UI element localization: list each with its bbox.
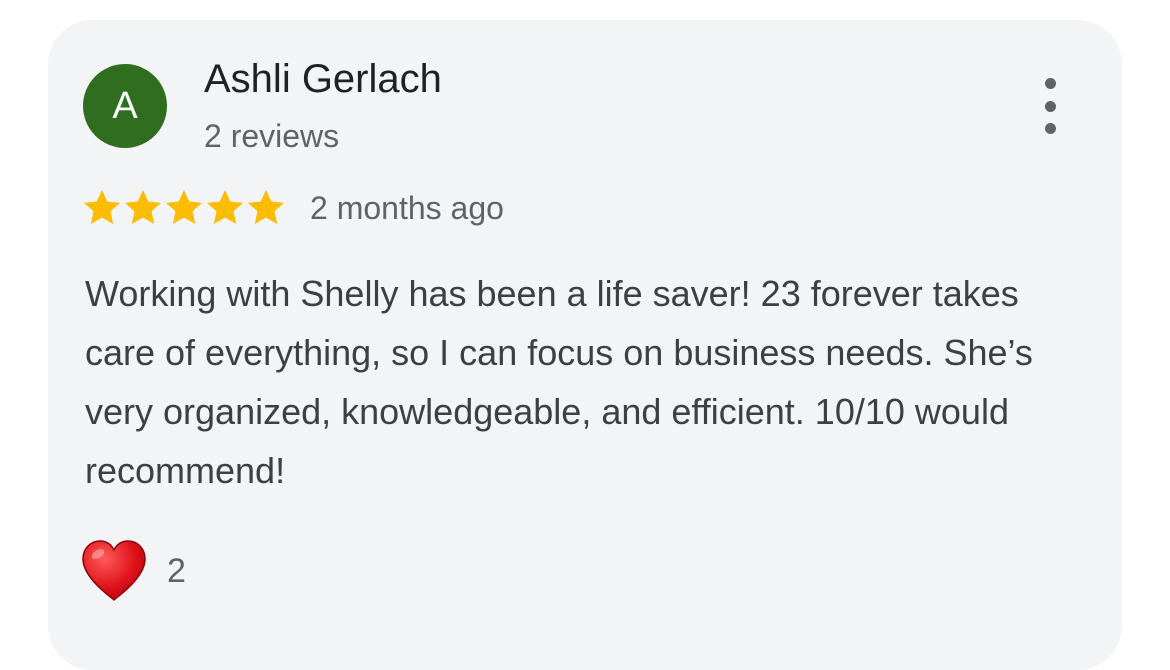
more-vert-icon: [1044, 78, 1056, 89]
star-icon: [166, 190, 202, 224]
more-vert-icon: [1044, 123, 1056, 134]
star-icon: [207, 190, 243, 224]
reaction-count: 2: [167, 551, 186, 590]
reviewer-name[interactable]: Ashli Gerlach: [204, 54, 442, 104]
review-text: Working with Shelly has been a life save…: [85, 273, 1033, 491]
reviewer-review-count: 2 reviews: [204, 118, 340, 154]
more-vert-icon: [1044, 100, 1056, 112]
star-icon: [248, 190, 284, 224]
more-options-button[interactable]: [1028, 78, 1072, 134]
heart-icon: [82, 540, 146, 602]
star-icon: [125, 190, 161, 224]
avatar[interactable]: A: [83, 64, 167, 148]
reaction-button[interactable]: 2: [81, 540, 186, 602]
star-rating: [82, 188, 287, 228]
review-card: A Ashli Gerlach 2 reviews 2 months ago W…: [48, 20, 1122, 670]
star-icon: [84, 190, 120, 224]
review-timestamp: 2 months ago: [310, 189, 504, 226]
rating-row: 2 months ago: [82, 186, 504, 230]
